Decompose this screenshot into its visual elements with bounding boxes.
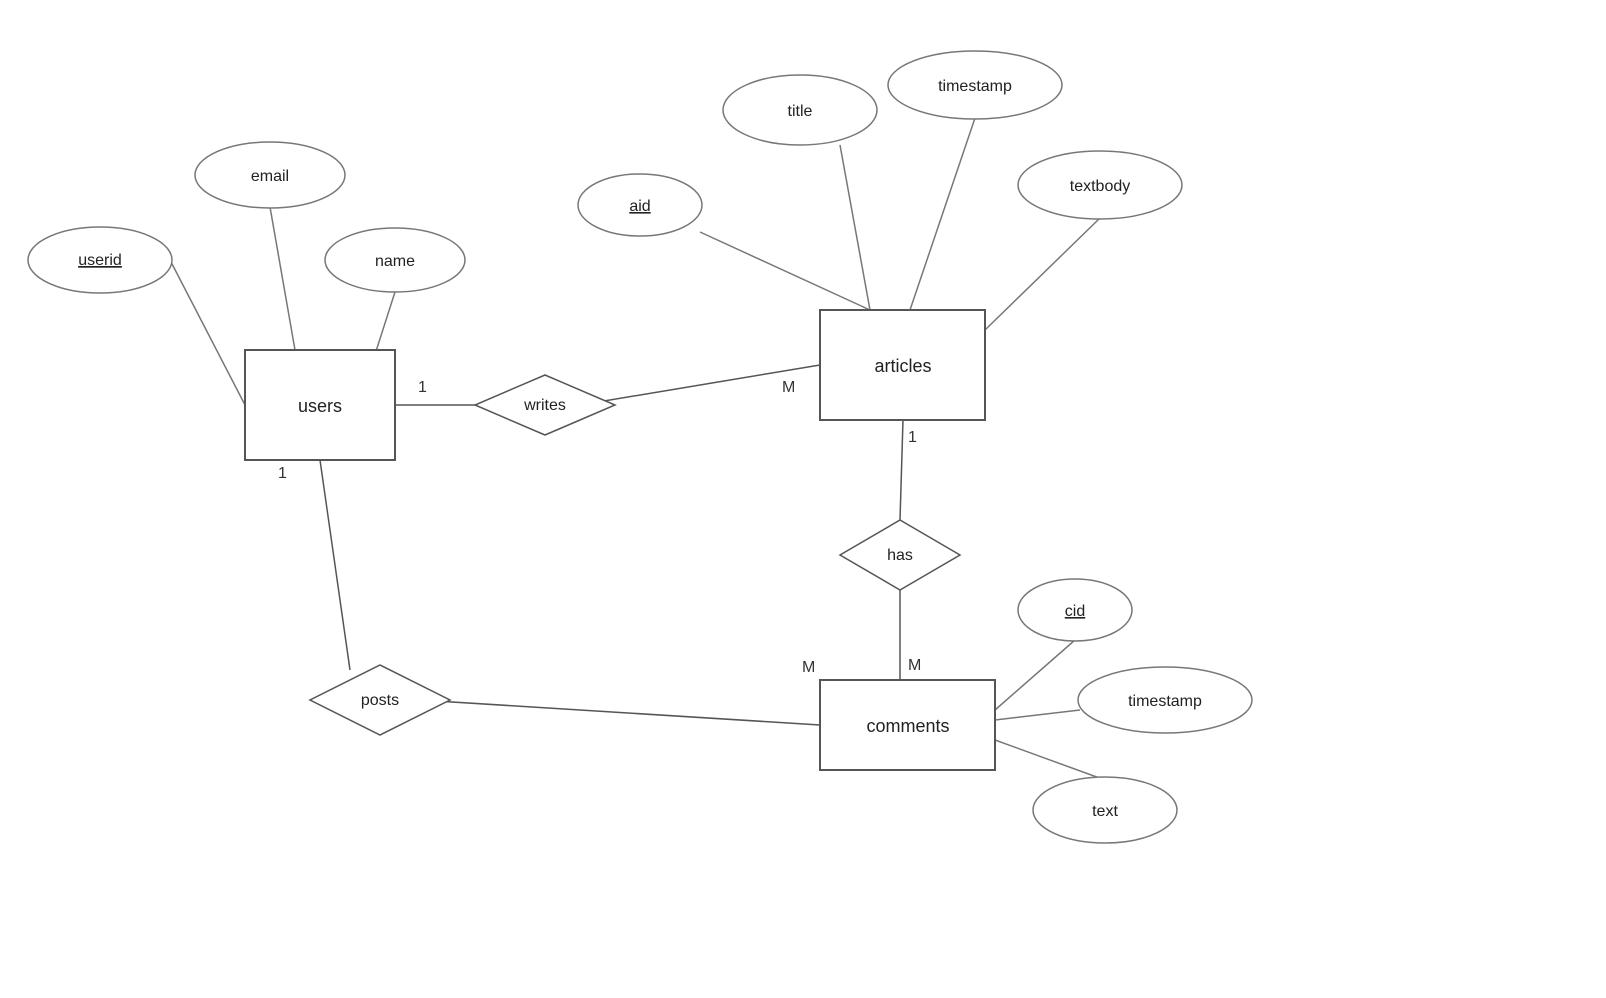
attr-title-label: title [788,103,813,120]
card-m-writes: M [782,379,795,396]
card-1-has: 1 [908,429,917,446]
attr-textbody-label: textbody [1070,178,1130,195]
card-1-writes: 1 [418,379,427,396]
entity-comments-label: comments [866,716,949,736]
attr-timestamp-comments-label: timestamp [1128,693,1202,710]
attr-name-label: name [375,253,415,270]
attr-userid-label: userid [78,252,122,269]
attr-email-label: email [251,168,289,185]
entity-users-label: users [298,396,342,416]
attr-cid-label: cid [1065,603,1085,620]
rel-posts-label: posts [361,692,399,709]
attr-timestamp-articles-label: timestamp [938,78,1012,95]
connections-layer: 1 M 1 M 1 M users articles comments writ… [0,0,1606,998]
rel-has-label: has [887,547,913,564]
attr-text-label: text [1092,803,1118,820]
card-m-has: M [908,657,921,674]
attr-aid-label: aid [629,198,650,215]
entity-articles-label: articles [874,356,931,376]
card-1-posts: 1 [278,465,287,482]
rel-writes-label: writes [523,397,566,414]
er-diagram: 1 M 1 M 1 M users articles comments writ… [0,0,1606,998]
card-m-posts: M [802,659,815,676]
